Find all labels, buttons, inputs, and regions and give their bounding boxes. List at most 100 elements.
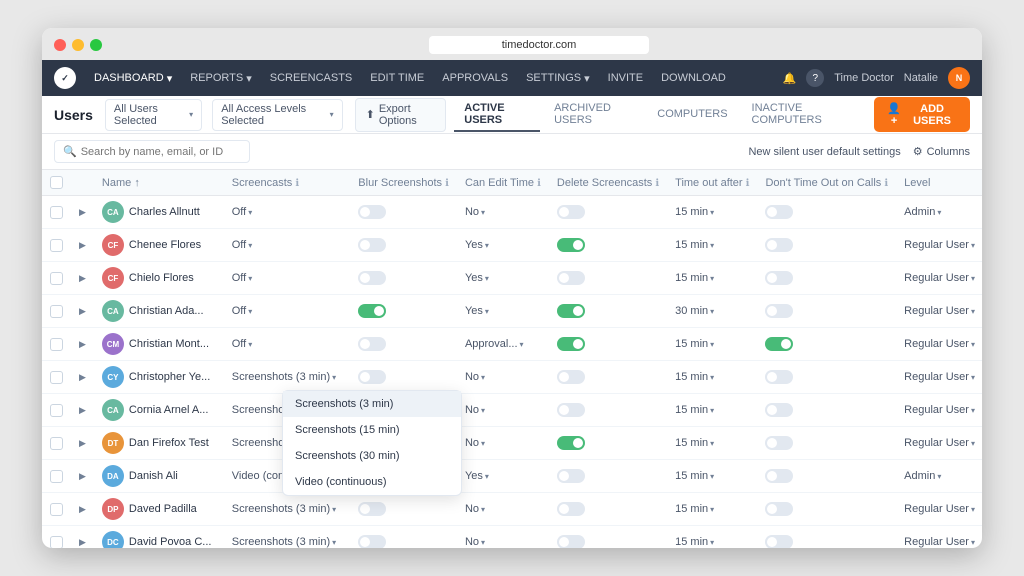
row-expander[interactable]: ▶ xyxy=(79,438,86,448)
dont-timeout-toggle[interactable] xyxy=(765,403,793,417)
timeout-info-icon[interactable]: ℹ xyxy=(746,178,750,189)
timeout-select[interactable]: 15 min ▾ xyxy=(675,503,749,515)
dont-timeout-toggle[interactable] xyxy=(765,238,793,252)
blur-toggle[interactable] xyxy=(358,304,386,318)
dont-timeout-toggle[interactable] xyxy=(765,337,793,351)
level-select[interactable]: Regular User ▾ xyxy=(904,305,975,317)
delete-screencasts-toggle[interactable] xyxy=(557,502,585,516)
traffic-light-yellow[interactable] xyxy=(72,39,84,51)
screencasts-dropdown[interactable]: Screenshots (3 min) Screenshots (15 min)… xyxy=(282,390,462,496)
blur-toggle[interactable] xyxy=(358,370,386,384)
screencasts-select[interactable]: Screenshots (3 min) ▾ xyxy=(232,503,343,515)
delete-screencasts-toggle[interactable] xyxy=(557,205,585,219)
dropdown-item-15min[interactable]: Screenshots (15 min) xyxy=(283,417,461,443)
row-checkbox[interactable] xyxy=(50,206,63,219)
row-expander[interactable]: ▶ xyxy=(79,537,86,547)
nav-avatar[interactable]: N xyxy=(948,67,970,89)
blur-toggle[interactable] xyxy=(358,535,386,548)
dont-timeout-toggle[interactable] xyxy=(765,469,793,483)
dont-timeout-info-icon[interactable]: ℹ xyxy=(884,178,888,189)
row-checkbox[interactable] xyxy=(50,239,63,252)
row-checkbox[interactable] xyxy=(50,305,63,318)
timeout-select[interactable]: 15 min ▾ xyxy=(675,239,749,251)
level-select[interactable]: Regular User ▾ xyxy=(904,536,975,548)
delete-screencasts-toggle[interactable] xyxy=(557,238,585,252)
screencasts-select[interactable]: Off ▾ xyxy=(232,239,343,251)
screencasts-select[interactable]: Off ▾ xyxy=(232,305,343,317)
row-checkbox[interactable] xyxy=(50,437,63,450)
row-checkbox[interactable] xyxy=(50,503,63,516)
row-expander[interactable]: ▶ xyxy=(79,372,86,382)
can-edit-select[interactable]: Yes ▾ xyxy=(465,272,541,284)
columns-button[interactable]: ⚙ Columns xyxy=(913,145,970,158)
row-expander[interactable]: ▶ xyxy=(79,306,86,316)
address-bar[interactable] xyxy=(429,36,649,54)
level-select[interactable]: Regular User ▾ xyxy=(904,437,975,449)
can-edit-select[interactable]: No ▾ xyxy=(465,206,541,218)
timeout-select[interactable]: 15 min ▾ xyxy=(675,470,749,482)
timeout-select[interactable]: 15 min ▾ xyxy=(675,206,749,218)
nav-download[interactable]: DOWNLOAD xyxy=(653,68,734,88)
level-select[interactable]: Regular User ▾ xyxy=(904,338,975,350)
row-checkbox[interactable] xyxy=(50,272,63,285)
traffic-light-red[interactable] xyxy=(54,39,66,51)
delete-screencasts-toggle[interactable] xyxy=(557,304,585,318)
level-select[interactable]: Regular User ▾ xyxy=(904,503,975,515)
timeout-select[interactable]: 15 min ▾ xyxy=(675,338,749,350)
tab-archived-users[interactable]: ARCHIVED USERS xyxy=(544,98,643,132)
search-input[interactable] xyxy=(81,146,241,158)
blur-info-icon[interactable]: ℹ xyxy=(445,178,449,189)
dropdown-item-3min[interactable]: Screenshots (3 min) xyxy=(283,391,461,417)
screencasts-select[interactable]: Off ▾ xyxy=(232,272,343,284)
screencasts-select[interactable]: Screenshots (3 min) ▾ xyxy=(232,536,343,548)
can-edit-select[interactable]: No ▾ xyxy=(465,404,541,416)
blur-toggle[interactable] xyxy=(358,271,386,285)
edit-info-icon[interactable]: ℹ xyxy=(537,178,541,189)
dont-timeout-toggle[interactable] xyxy=(765,535,793,548)
can-edit-select[interactable]: No ▾ xyxy=(465,437,541,449)
blur-toggle[interactable] xyxy=(358,238,386,252)
can-edit-select[interactable]: No ▾ xyxy=(465,503,541,515)
export-button[interactable]: ⬆ Export Options xyxy=(355,98,447,132)
delete-screencasts-toggle[interactable] xyxy=(557,535,585,548)
row-checkbox[interactable] xyxy=(50,470,63,483)
screencasts-select[interactable]: Screenshots (3 min) ▾ xyxy=(232,371,343,383)
tab-active-users[interactable]: ACTIVE USERS xyxy=(454,98,540,132)
can-edit-select[interactable]: Approval... ▾ xyxy=(465,338,541,350)
timeout-select[interactable]: 30 min ▾ xyxy=(675,305,749,317)
dont-timeout-toggle[interactable] xyxy=(765,304,793,318)
search-box[interactable]: 🔍 xyxy=(54,140,250,163)
level-select[interactable]: Regular User ▾ xyxy=(904,239,975,251)
screencasts-select[interactable]: Off ▾ xyxy=(232,338,343,350)
delete-screencasts-toggle[interactable] xyxy=(557,403,585,417)
delete-screencasts-toggle[interactable] xyxy=(557,271,585,285)
dont-timeout-toggle[interactable] xyxy=(765,370,793,384)
traffic-light-green[interactable] xyxy=(90,39,102,51)
dont-timeout-toggle[interactable] xyxy=(765,271,793,285)
select-all-checkbox[interactable] xyxy=(50,176,63,189)
delete-screencasts-toggle[interactable] xyxy=(557,370,585,384)
row-checkbox[interactable] xyxy=(50,404,63,417)
all-users-filter[interactable]: All Users Selected ▾ xyxy=(105,99,202,131)
dont-timeout-toggle[interactable] xyxy=(765,436,793,450)
delete-screencasts-toggle[interactable] xyxy=(557,436,585,450)
row-expander[interactable]: ▶ xyxy=(79,207,86,217)
nav-reports[interactable]: REPORTS ▾ xyxy=(182,68,260,89)
blur-toggle[interactable] xyxy=(358,337,386,351)
delete-info-icon[interactable]: ℹ xyxy=(655,178,659,189)
delete-screencasts-toggle[interactable] xyxy=(557,337,585,351)
nav-edit-time[interactable]: EDIT TIME xyxy=(362,68,432,88)
row-expander[interactable]: ▶ xyxy=(79,339,86,349)
screencasts-select[interactable]: Off ▾ xyxy=(232,206,343,218)
nav-invite[interactable]: INVITE xyxy=(600,68,651,88)
can-edit-select[interactable]: No ▾ xyxy=(465,371,541,383)
blur-toggle[interactable] xyxy=(358,502,386,516)
timeout-select[interactable]: 15 min ▾ xyxy=(675,437,749,449)
add-users-button[interactable]: 👤+ ADD USERS xyxy=(874,97,970,132)
nav-settings[interactable]: SETTINGS ▾ xyxy=(518,68,598,89)
level-select[interactable]: Regular User ▾ xyxy=(904,371,975,383)
silent-user-settings[interactable]: New silent user default settings xyxy=(748,146,900,158)
help-icon[interactable]: ? xyxy=(806,69,824,87)
bell-icon[interactable]: 🔔 xyxy=(783,72,797,85)
level-select[interactable]: Admin ▾ xyxy=(904,470,975,482)
